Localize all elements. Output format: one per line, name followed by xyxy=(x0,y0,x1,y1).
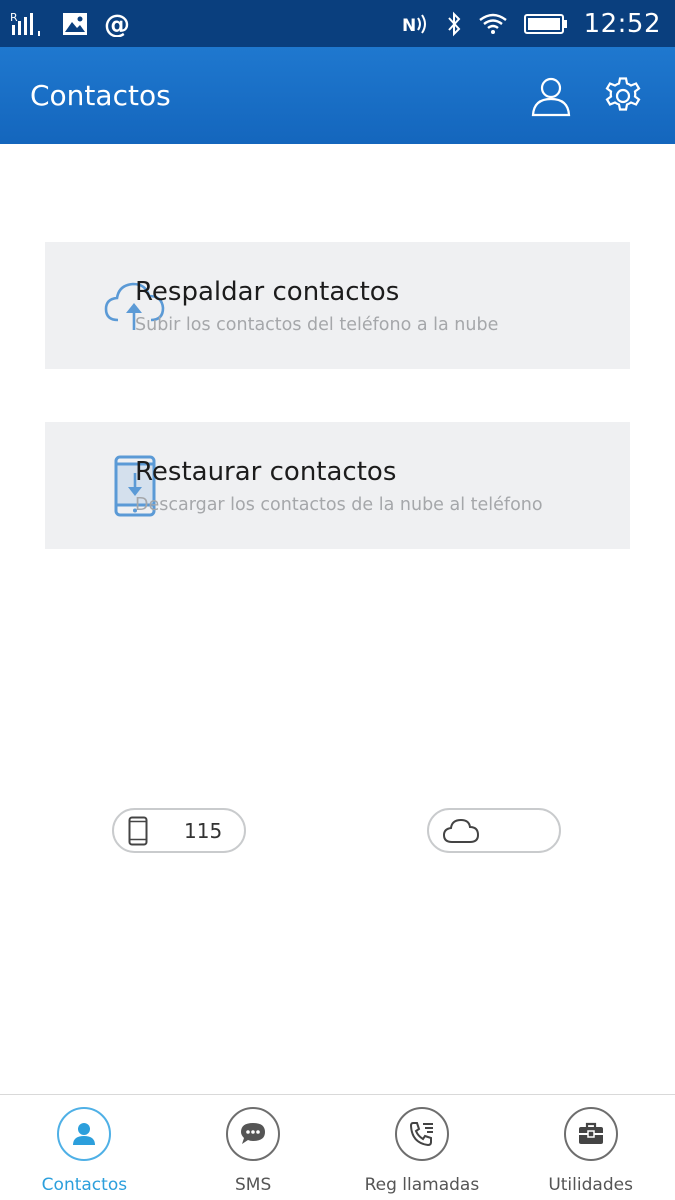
account-button[interactable] xyxy=(529,74,573,118)
card-title: Respaldar contactos xyxy=(135,276,400,307)
status-time: 12:52 xyxy=(583,8,661,39)
nav-label: Utilidades xyxy=(548,1175,633,1195)
tab-reg-llamadas[interactable]: Reg llamadas xyxy=(338,1095,507,1200)
status-right: N 12:52 xyxy=(402,9,661,39)
wifi-icon xyxy=(478,12,508,36)
nav-icon-circle xyxy=(394,1107,449,1161)
svg-text:@: @ xyxy=(104,11,130,37)
svg-text:N: N xyxy=(402,16,416,36)
nav-label: SMS xyxy=(235,1175,272,1195)
phone-icon xyxy=(128,816,148,845)
bottom-nav: Contactos SMS Reg llamadas Utilidades xyxy=(0,1094,675,1200)
restore-contacts-card[interactable]: Restaurar contactos Descargar los contac… xyxy=(45,422,630,549)
page-title: Contactos xyxy=(30,79,171,112)
battery-icon xyxy=(523,13,568,35)
card-text: Respaldar contactos Subir los contactos … xyxy=(135,277,498,335)
account-icon xyxy=(531,77,571,116)
nav-label: Reg llamadas xyxy=(364,1175,480,1195)
bluetooth-icon xyxy=(446,11,462,37)
card-subtitle: Descargar los contactos de la nube al te… xyxy=(135,494,543,515)
tab-utilidades[interactable]: Utilidades xyxy=(506,1095,675,1200)
nav-icon-circle xyxy=(226,1107,281,1161)
card-subtitle: Subir los contactos del teléfono a la nu… xyxy=(135,314,499,335)
briefcase-icon xyxy=(578,1122,603,1144)
tab-sms[interactable]: SMS xyxy=(169,1095,338,1200)
signal-icon: R xyxy=(10,11,46,37)
app-bar: Contactos xyxy=(0,47,675,144)
card-text: Restaurar contactos Descargar los contac… xyxy=(135,457,543,515)
settings-button[interactable] xyxy=(601,74,645,118)
chat-icon xyxy=(241,1123,266,1144)
card-title: Restaurar contactos xyxy=(135,456,397,487)
at-icon: @ xyxy=(104,11,130,37)
cloud-icon xyxy=(443,818,479,843)
nfc-icon: N xyxy=(402,12,430,36)
cloud-contacts-count xyxy=(427,808,561,853)
nav-label: Contactos xyxy=(41,1175,128,1195)
settings-gear-icon xyxy=(605,76,641,111)
tab-contactos[interactable]: Contactos xyxy=(0,1095,169,1200)
call-log-icon xyxy=(409,1122,433,1147)
status-bar: R @ N 12:52 xyxy=(0,0,675,47)
backup-contacts-card[interactable]: Respaldar contactos Subir los contactos … xyxy=(45,242,630,369)
status-left: R @ xyxy=(10,11,130,37)
image-notification-icon xyxy=(62,12,88,36)
person-icon xyxy=(73,1123,96,1145)
phone-contacts-count: 115 xyxy=(112,808,246,853)
phone-count-value: 115 xyxy=(184,818,223,843)
svg-text:R: R xyxy=(10,11,18,24)
nav-icon-circle xyxy=(57,1107,112,1161)
nav-icon-circle xyxy=(563,1107,618,1161)
app-actions xyxy=(529,74,645,118)
